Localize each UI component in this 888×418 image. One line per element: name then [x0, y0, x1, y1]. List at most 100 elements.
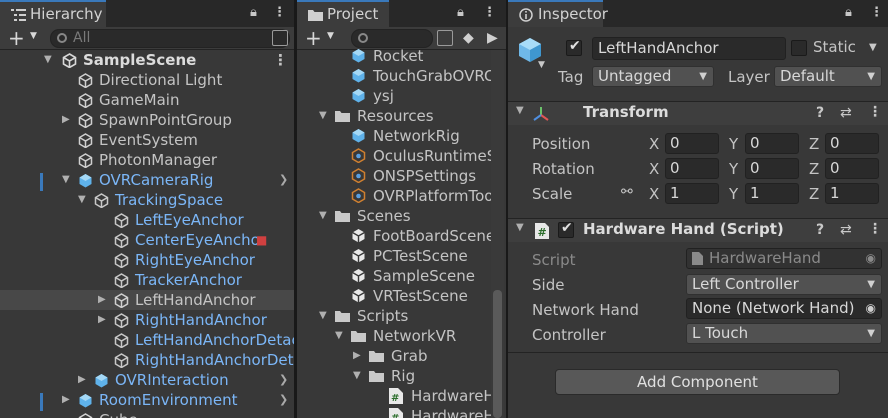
- project-item[interactable]: VRTestScene: [297, 286, 492, 306]
- hierarchy-item[interactable]: LeftEyeAnchor: [0, 210, 294, 230]
- project-item[interactable]: NetworkRig: [297, 126, 492, 146]
- project-item[interactable]: ONSPSettings: [297, 166, 492, 186]
- scale-z-axis-label[interactable]: Z: [809, 185, 819, 203]
- collapsed-arrow-icon[interactable]: ▶: [62, 390, 70, 410]
- rotation-y-axis-label[interactable]: Y: [729, 160, 738, 178]
- create-plus-icon[interactable]: +: [8, 27, 25, 49]
- collapsed-arrow-icon[interactable]: ▶: [62, 110, 70, 130]
- hierarchy-item[interactable]: ▶ RightHandAnchor: [0, 310, 294, 330]
- search-options-icon[interactable]: [437, 30, 453, 46]
- hierarchy-item[interactable]: ▶ SpawnPointGroup: [0, 110, 294, 130]
- scale-x-axis-label[interactable]: X: [649, 185, 659, 203]
- side-dropdown[interactable]: Left Controller ▼: [686, 274, 882, 295]
- scale-x-input[interactable]: 1: [665, 183, 719, 204]
- hierarchy-item[interactable]: RightHandAnchorDeta: [0, 350, 294, 370]
- hierarchy-item[interactable]: TrackerAnchor: [0, 270, 294, 290]
- collapse-arrow-icon[interactable]: ▼: [516, 222, 524, 233]
- project-scroll-thumb[interactable]: [493, 290, 502, 418]
- project-item[interactable]: OculusRuntimeS: [297, 146, 496, 166]
- presets-icon[interactable]: ⇄: [840, 105, 852, 121]
- hierarchy-item[interactable]: ▼ OVRCameraRig ❯: [0, 170, 294, 190]
- tag-dropdown[interactable]: Untagged ▼: [592, 66, 714, 87]
- position-x-input[interactable]: 0: [665, 133, 719, 154]
- expand-arrow-icon[interactable]: ▼: [319, 106, 327, 126]
- script-header[interactable]: ▼ # ✔ Hardware Hand (Script) ? ⇄ ⋮: [508, 218, 888, 242]
- create-caret-icon[interactable]: ▼: [327, 31, 334, 41]
- hierarchy-item[interactable]: Directional Light: [0, 70, 294, 90]
- collapsed-arrow-icon[interactable]: ▶: [353, 346, 361, 366]
- scale-y-input[interactable]: 1: [745, 183, 799, 204]
- tab-project[interactable]: Project: [297, 0, 389, 27]
- project-item[interactable]: ▼ Scenes: [297, 206, 492, 226]
- rotation-z-axis-label[interactable]: Z: [809, 160, 819, 178]
- project-item[interactable]: ▼ NetworkVR: [297, 326, 492, 346]
- lock-icon[interactable]: 🔒︎: [457, 5, 464, 20]
- project-item[interactable]: ▼ Rig: [297, 366, 492, 386]
- scene-menu-icon[interactable]: ⋮: [273, 50, 288, 70]
- expand-arrow-icon[interactable]: ▼: [319, 206, 327, 226]
- hierarchy-item[interactable]: LeftHandAnchorDetac: [0, 330, 294, 350]
- add-component-button[interactable]: Add Component: [555, 369, 840, 395]
- project-item[interactable]: ysj: [297, 86, 492, 106]
- project-item[interactable]: PCTestScene: [297, 246, 492, 266]
- expand-arrow-icon[interactable]: ▼: [319, 306, 327, 326]
- object-picker-icon[interactable]: ◉: [866, 299, 876, 318]
- project-item[interactable]: Rocket: [297, 46, 492, 66]
- hierarchy-item[interactable]: ▶ RoomEnvironment ❯: [0, 390, 294, 410]
- search-options-icon[interactable]: [272, 30, 288, 46]
- tab-hierarchy[interactable]: Hierarchy: [0, 0, 106, 27]
- hierarchy-item[interactable]: Cube: [0, 410, 294, 418]
- expand-arrow-icon[interactable]: ▼: [78, 190, 86, 210]
- position-x-axis-label[interactable]: X: [649, 135, 659, 153]
- project-item[interactable]: FootBoardScene: [297, 226, 495, 246]
- object-name-input[interactable]: LeftHandAnchor: [592, 37, 786, 60]
- network-hand-field[interactable]: None (Network Hand) ◉: [686, 298, 882, 319]
- project-item[interactable]: ▶ Grab: [297, 346, 492, 366]
- collapsed-arrow-icon[interactable]: ▶: [98, 290, 106, 310]
- hierarchy-item[interactable]: CenterEyeAnchor ■: [0, 230, 294, 250]
- expand-arrow-icon[interactable]: ▼: [335, 326, 343, 346]
- expand-arrow-icon[interactable]: ▼: [44, 50, 52, 70]
- open-prefab-arrow-icon[interactable]: ❯: [279, 370, 288, 390]
- icon-picker-caret-icon[interactable]: ▼: [538, 60, 545, 70]
- open-prefab-arrow-icon[interactable]: ❯: [279, 390, 288, 410]
- lock-icon[interactable]: 🔒︎: [845, 5, 852, 20]
- presets-icon[interactable]: ⇄: [840, 222, 852, 238]
- hierarchy-item[interactable]: EventSystem: [0, 130, 294, 150]
- help-icon[interactable]: ?: [816, 105, 824, 121]
- more-menu-icon[interactable]: ⋮: [273, 5, 286, 20]
- tab-inspector[interactable]: Inspector: [508, 0, 608, 27]
- rotation-y-input[interactable]: 0: [745, 158, 799, 179]
- static-dropdown-caret-icon[interactable]: ▼: [869, 42, 877, 53]
- project-item[interactable]: # HardwareH: [297, 386, 495, 406]
- scale-y-axis-label[interactable]: Y: [729, 185, 738, 203]
- scene-row[interactable]: ▼ SampleScene ⋮: [0, 50, 294, 70]
- position-y-axis-label[interactable]: Y: [729, 135, 738, 153]
- lock-icon[interactable]: 🔒︎: [250, 5, 257, 20]
- help-icon[interactable]: ?: [816, 222, 824, 238]
- project-item[interactable]: ▼ Resources: [297, 106, 492, 126]
- more-menu-icon[interactable]: ⋮: [483, 5, 496, 20]
- rotation-z-input[interactable]: 0: [825, 158, 879, 179]
- filter-label-icon[interactable]: ▶: [487, 30, 503, 46]
- component-menu-icon[interactable]: ⋮: [868, 221, 882, 237]
- hierarchy-search-input[interactable]: All: [50, 29, 290, 48]
- position-z-input[interactable]: 0: [825, 133, 879, 154]
- active-checkbox[interactable]: ✔: [566, 38, 582, 56]
- expand-arrow-icon[interactable]: ▼: [62, 170, 70, 190]
- component-menu-icon[interactable]: ⋮: [868, 104, 882, 120]
- project-item[interactable]: TouchGrabOVRC: [297, 66, 495, 86]
- project-item[interactable]: ▼ Scripts: [297, 306, 492, 326]
- position-y-input[interactable]: 0: [745, 133, 799, 154]
- project-item[interactable]: # HardwareHa: [297, 406, 504, 418]
- constrain-proportions-icon[interactable]: ⚯: [621, 184, 633, 200]
- project-item[interactable]: OVRPlatformToo: [297, 186, 493, 206]
- hierarchy-item[interactable]: ▼ TrackingSpace: [0, 190, 294, 210]
- create-caret-icon[interactable]: ▼: [30, 31, 37, 41]
- controller-dropdown[interactable]: L Touch ▼: [686, 323, 882, 344]
- transform-header[interactable]: ▼ Transform ? ⇄ ⋮: [508, 101, 888, 125]
- expand-arrow-icon[interactable]: ▼: [353, 366, 361, 386]
- script-enabled-checkbox[interactable]: ✔: [558, 220, 574, 238]
- layer-dropdown[interactable]: Default ▼: [774, 66, 882, 87]
- project-item[interactable]: SampleScene: [297, 266, 492, 286]
